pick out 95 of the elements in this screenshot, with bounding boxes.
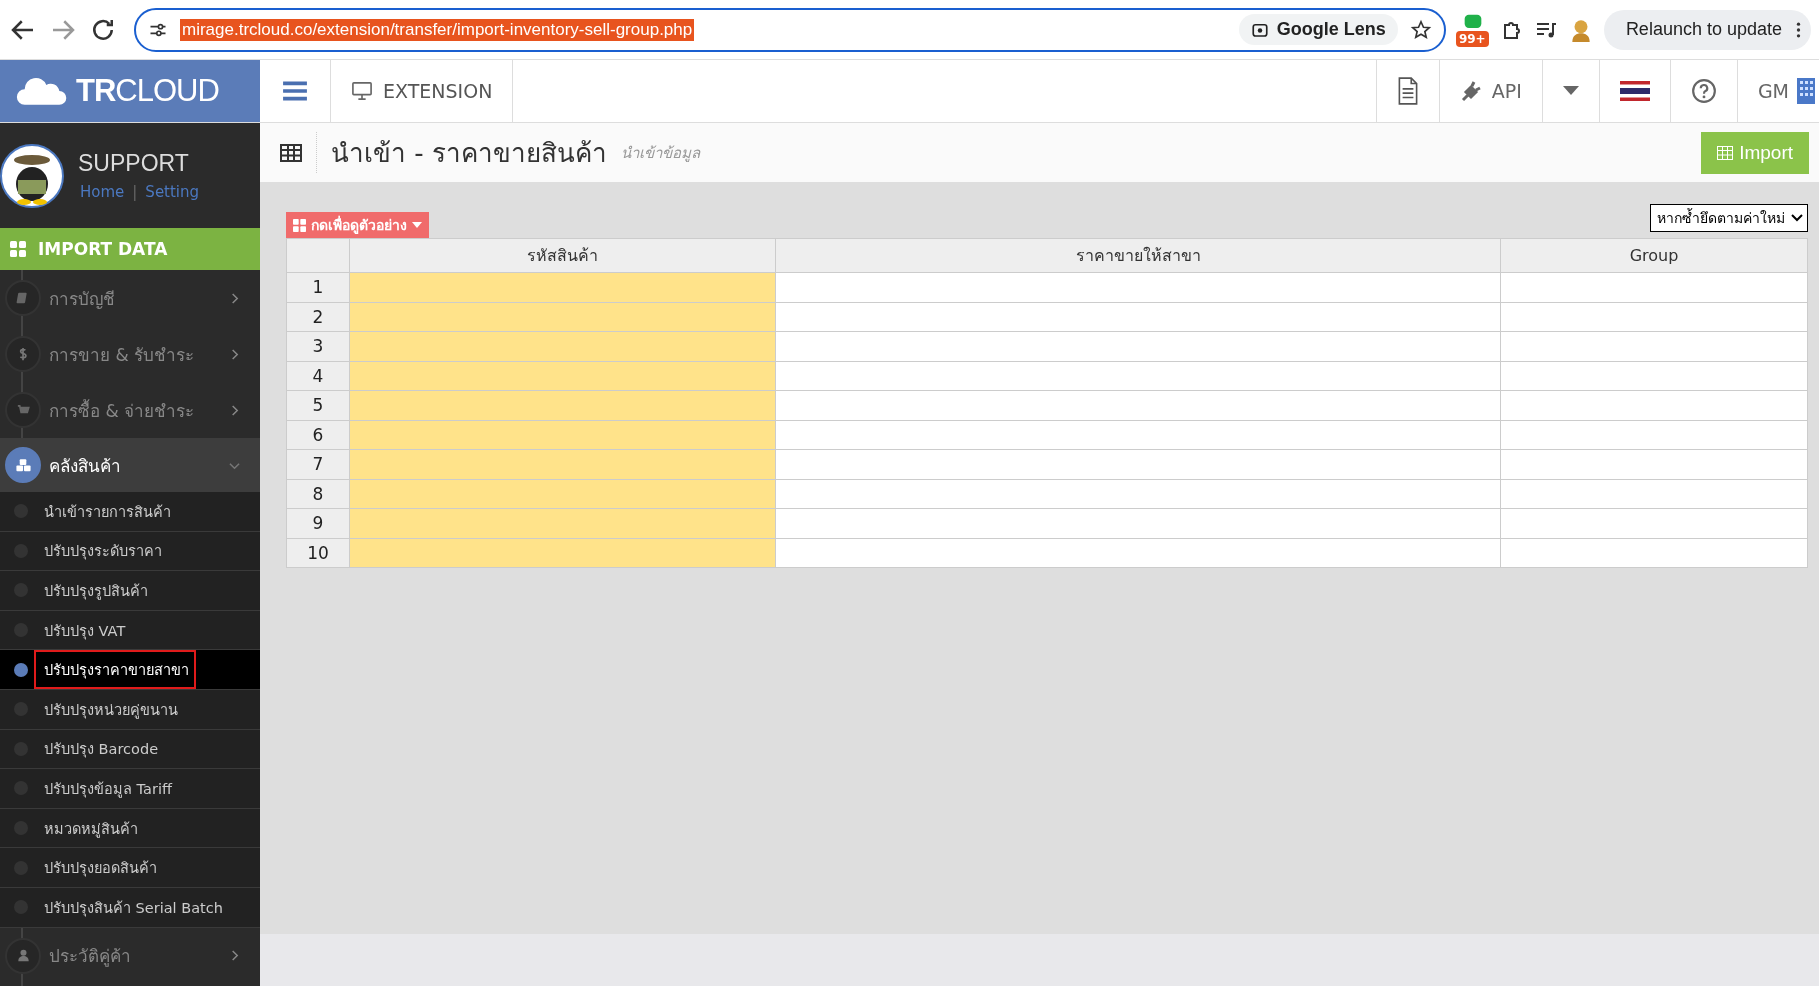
chevron-icon: [229, 404, 240, 416]
notification-badge: 99+: [1455, 30, 1489, 47]
building-icon: [1797, 78, 1815, 104]
grid-icon: [293, 218, 306, 232]
column-header: รหัสสินค้า: [349, 238, 776, 273]
row-number: 8: [286, 479, 350, 509]
table-cell[interactable]: [775, 331, 1501, 361]
duplicate-rule-select[interactable]: หากซ้ำยึดตามค่าใหม่: [1650, 204, 1808, 232]
user-name: SUPPORT: [78, 150, 190, 177]
submenu-item[interactable]: ปรับปรุง Barcode: [0, 729, 260, 770]
thai-flag-icon[interactable]: [1619, 81, 1650, 101]
table-cell[interactable]: [775, 390, 1501, 420]
submenu-item[interactable]: นำเข้ารายการสินค้า: [0, 492, 260, 532]
table-icon: [1717, 145, 1734, 160]
table-cell[interactable]: [1500, 508, 1808, 538]
sidebar-item[interactable]: ประวัติคู่ค้า: [0, 927, 260, 984]
submenu-item[interactable]: ปรับปรุงระดับราคา: [0, 531, 260, 572]
table-cell[interactable]: [1500, 302, 1808, 332]
table-cell[interactable]: [349, 538, 776, 568]
sidebar-item[interactable]: การขาย & รับชำระ: [0, 326, 260, 382]
url-text: mirage.trcloud.co/extension/transfer/import-inventory-sell-group.php: [180, 18, 695, 41]
table-cell[interactable]: [1500, 390, 1808, 420]
link-separator: |: [132, 183, 138, 201]
table-cell[interactable]: [349, 479, 776, 509]
submenu-item[interactable]: หมวดหมู่สินค้า: [0, 808, 260, 849]
chevron-icon: [229, 292, 240, 304]
sidebar-item[interactable]: การบัญชี: [0, 270, 260, 326]
relaunch-button[interactable]: Relaunch to update: [1603, 9, 1811, 50]
table-cell[interactable]: [1500, 538, 1808, 568]
submenu-item[interactable]: ปรับปรุง VAT: [0, 610, 260, 651]
table-cell[interactable]: [349, 508, 776, 538]
caret-icon[interactable]: [1562, 86, 1579, 96]
row-number: 6: [286, 420, 350, 450]
row-number: 9: [286, 508, 350, 538]
table-cell[interactable]: [1500, 449, 1808, 479]
column-header: ราคาขายให้สาขา: [775, 238, 1501, 273]
table-cell[interactable]: [349, 272, 776, 302]
table-cell[interactable]: [775, 449, 1501, 479]
table-cell[interactable]: [349, 449, 776, 479]
table-cell[interactable]: [349, 361, 776, 391]
submenu-item[interactable]: ปรับปรุงรูปสินค้า: [0, 571, 260, 611]
table-cell[interactable]: [1500, 331, 1808, 361]
table-cell[interactable]: [1500, 420, 1808, 450]
chevron-icon: [229, 348, 240, 360]
help-icon[interactable]: [1690, 78, 1717, 104]
row-number: 1: [286, 272, 350, 302]
row-number: 7: [286, 449, 350, 479]
row-number: 2: [286, 302, 350, 332]
row-number: 5: [286, 390, 350, 420]
row-number: 3: [286, 331, 350, 361]
table-cell[interactable]: [775, 361, 1501, 391]
cloud-icon: [16, 75, 68, 107]
caret-icon: [412, 222, 422, 228]
more-icon: [1796, 20, 1801, 39]
column-header: Group: [1500, 238, 1808, 273]
table-cell[interactable]: [1500, 272, 1808, 302]
table-cell[interactable]: [1500, 479, 1808, 509]
logo-text: TRCLOUD: [76, 73, 219, 109]
google-lens-button[interactable]: Google Lens: [1238, 14, 1398, 45]
submenu-item[interactable]: ปรับปรุงราคาขายสาขา: [0, 650, 260, 690]
extension-menu[interactable]: EXTENSION: [331, 60, 514, 122]
address-bar[interactable]: mirage.trcloud.co/extension/transfer/import-inventory-sell-group.php Google Lens: [134, 7, 1446, 52]
monitor-icon: [351, 81, 373, 101]
table-cell[interactable]: [349, 420, 776, 450]
document-icon[interactable]: [1396, 77, 1419, 105]
table-cell[interactable]: [775, 302, 1501, 332]
table-cell[interactable]: [775, 538, 1501, 568]
submenu-item[interactable]: ปรับปรุงยอดสินค้า: [0, 848, 260, 888]
section-header: IMPORT DATA: [0, 228, 260, 270]
sidebar-item[interactable]: การซื้อ & จ่ายชำระ: [0, 382, 260, 438]
submenu-item[interactable]: ปรับปรุงหน่วยคู่ขนาน: [0, 689, 260, 730]
table-cell[interactable]: [349, 331, 776, 361]
submenu-item[interactable]: ปรับปรุงข้อมูล Tariff: [0, 769, 260, 809]
page-subtitle: นำเข้าข้อมูล: [620, 142, 700, 164]
menu-icon[interactable]: [282, 80, 308, 102]
submenu-item[interactable]: ปรับปรุงสินค้า Serial Batch: [0, 887, 260, 928]
chevron-icon: [1791, 212, 1803, 224]
table-cell[interactable]: [775, 479, 1501, 509]
table-icon: [280, 143, 302, 162]
page-title: นำเข้า - ราคาขายสินค้า: [316, 132, 607, 173]
table-cell[interactable]: [775, 420, 1501, 450]
sidebar-item[interactable]: คลังสินค้า: [0, 438, 260, 492]
chevron-icon: [229, 950, 240, 962]
table-cell[interactable]: [775, 272, 1501, 302]
api-menu[interactable]: API: [1438, 60, 1542, 122]
cubes-icon: [14, 456, 32, 474]
user-menu[interactable]: GM: [1736, 60, 1819, 122]
row-number: 10: [286, 538, 350, 568]
table-cell[interactable]: [349, 302, 776, 332]
table-cell[interactable]: [775, 508, 1501, 538]
grid-icon: [10, 241, 26, 257]
row-number: 4: [286, 361, 350, 391]
table-cell[interactable]: [349, 390, 776, 420]
star-icon[interactable]: [1409, 18, 1432, 41]
table-cell[interactable]: [1500, 361, 1808, 391]
